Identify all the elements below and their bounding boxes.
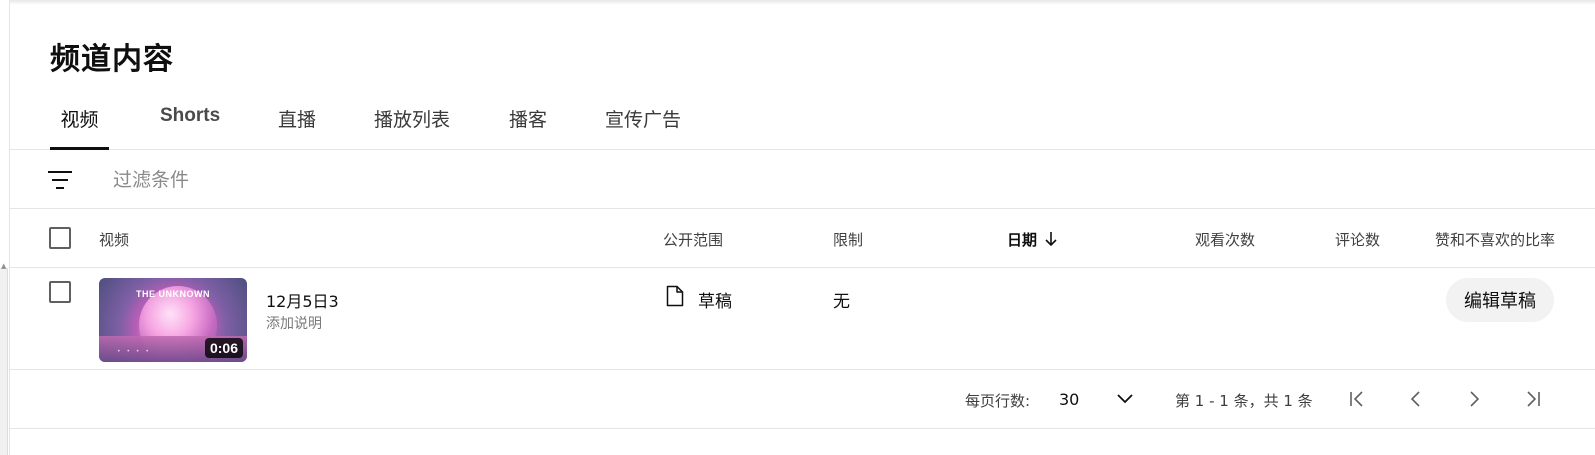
tab-shorts[interactable]: Shorts <box>160 96 221 150</box>
sidebar-scrollbar[interactable] <box>0 268 8 455</box>
sidebar-scroll-arrow-icon[interactable]: ▲ <box>1 262 6 270</box>
thumbnail-title: THE UNKNOWN <box>136 289 210 299</box>
rows-per-page-value: 30 <box>1059 390 1080 409</box>
header-video: 视频 <box>99 231 130 249</box>
top-bar-shadow <box>0 0 1595 5</box>
duration-badge: 0:06 <box>204 338 243 358</box>
header-date[interactable]: 日期 <box>1007 229 1037 250</box>
tab-label: 播客 <box>508 109 547 131</box>
page-title: 频道内容 <box>50 42 174 77</box>
add-description-link[interactable]: 添加说明 <box>266 313 322 333</box>
tab-label: Shorts <box>160 105 221 126</box>
chevron-down-icon <box>1117 394 1133 404</box>
tab-videos[interactable]: 视频 <box>50 96 109 150</box>
filter-icon[interactable] <box>47 169 73 191</box>
video-thumbnail[interactable]: THE UNKNOWN • • • • 0:06 <box>99 278 247 362</box>
arrow-down-icon[interactable] <box>1043 231 1059 247</box>
select-all-checkbox[interactable] <box>49 227 71 249</box>
row-checkbox[interactable] <box>49 281 71 303</box>
header-views[interactable]: 观看次数 <box>1195 229 1255 250</box>
tab-label: 宣传广告 <box>605 109 682 131</box>
video-title[interactable]: 12月5日3 <box>266 288 339 312</box>
table-row: THE UNKNOWN • • • • 0:06 12月5日3 添加说明 草稿 … <box>10 268 1595 370</box>
thumbnail-dots: • • • • <box>117 348 151 355</box>
header-comments[interactable]: 评论数 <box>1335 229 1380 250</box>
edit-draft-button[interactable]: 编辑草稿 <box>1446 278 1554 322</box>
visibility-value: 草稿 <box>698 292 732 312</box>
tab-label: 视频 <box>60 109 99 131</box>
rows-per-page-label: 每页行数: <box>965 392 1031 410</box>
rows-per-page-select[interactable]: 30 <box>1059 382 1153 416</box>
last-page-icon[interactable] <box>1520 387 1544 411</box>
tab-live[interactable]: 直播 <box>277 96 317 150</box>
pagination-bar: 每页行数: 30 第 1 - 1 条，共 1 条 <box>10 370 1595 429</box>
tab-playlists[interactable]: 播放列表 <box>374 96 450 150</box>
restrictions-value: 无 <box>833 292 850 312</box>
tab-podcasts[interactable]: 播客 <box>508 96 548 150</box>
header-restrictions[interactable]: 限制 <box>833 229 863 250</box>
table-header: 视频 公开范围 限制 日期 观看次数 评论数 赞和不喜欢的比率 <box>10 209 1595 268</box>
header-likes-ratio[interactable]: 赞和不喜欢的比率 <box>1435 229 1555 250</box>
draft-document-icon <box>666 285 684 307</box>
filter-input[interactable] <box>113 166 633 194</box>
page-range: 第 1 - 1 条，共 1 条 <box>1175 392 1313 410</box>
prev-page-icon[interactable] <box>1404 387 1428 411</box>
next-page-icon[interactable] <box>1462 387 1486 411</box>
tab-label: 播放列表 <box>374 109 451 131</box>
header-visibility[interactable]: 公开范围 <box>663 229 723 250</box>
filter-bar <box>10 150 1595 209</box>
tab-promotions[interactable]: 宣传广告 <box>605 96 681 150</box>
content-tabs: 视频 Shorts 直播 播放列表 播客 宣传广告 <box>10 96 1595 150</box>
first-page-icon[interactable] <box>1346 387 1370 411</box>
tab-label: 直播 <box>277 109 316 131</box>
